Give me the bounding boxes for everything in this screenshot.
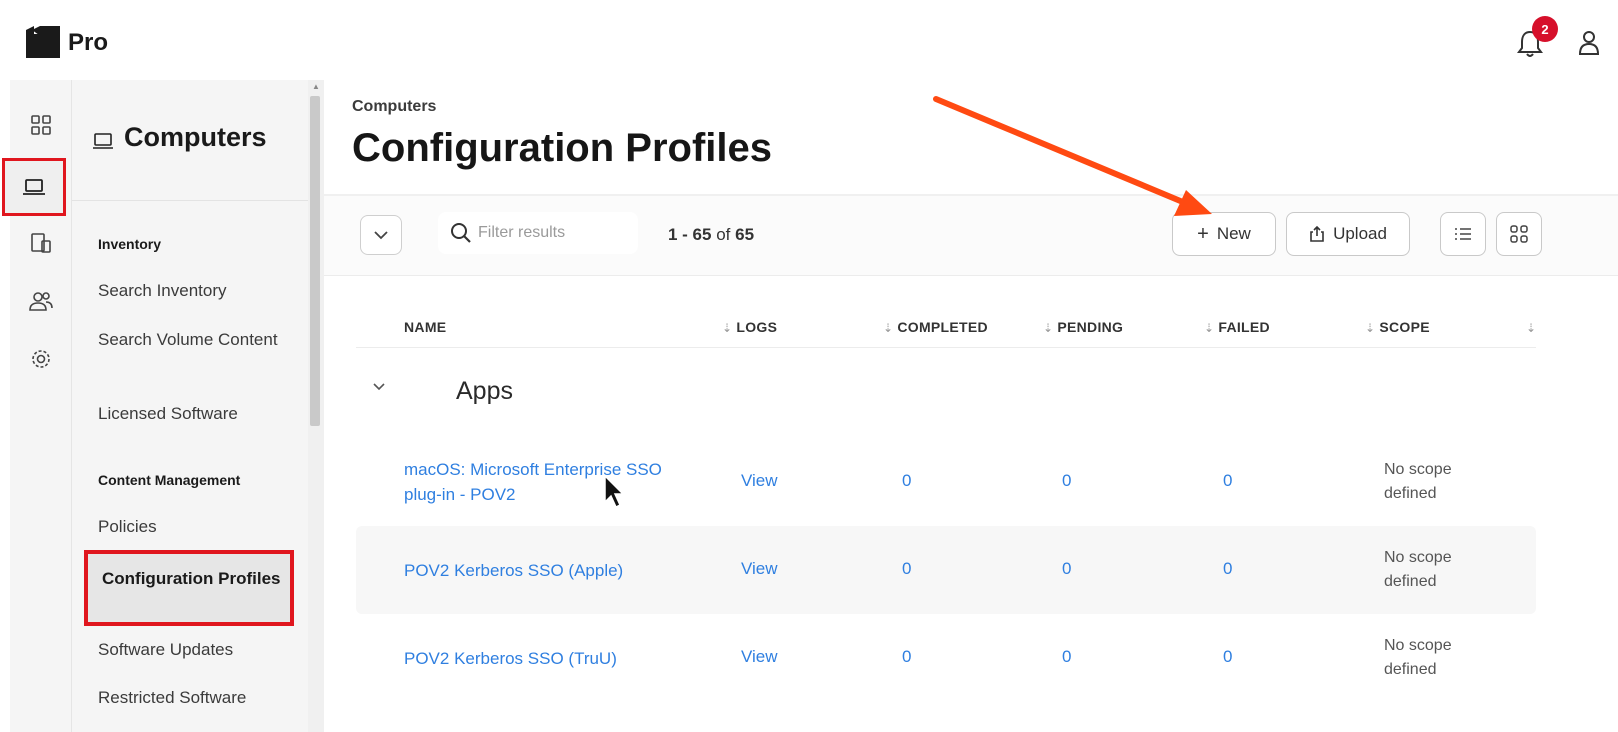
- grid-view-button[interactable]: [1496, 212, 1542, 256]
- computer-icon: [93, 133, 113, 149]
- profile-name-link[interactable]: macOS: Microsoft Enterprise SSO plug-in …: [404, 457, 704, 507]
- users-icon[interactable]: [22, 282, 60, 320]
- logs-view-link[interactable]: View: [741, 471, 778, 491]
- completed-count[interactable]: 0: [902, 471, 911, 491]
- sidebar-item-configuration-profiles[interactable]: Configuration Profiles: [84, 550, 294, 626]
- breadcrumb[interactable]: Computers: [352, 98, 436, 116]
- upload-button[interactable]: Upload: [1286, 212, 1410, 256]
- sort-icon: ⇣: [722, 321, 733, 335]
- filter-box[interactable]: [438, 212, 638, 254]
- completed-count[interactable]: 0: [902, 647, 911, 667]
- section-inventory: Inventory: [98, 236, 162, 252]
- devices-icon[interactable]: [22, 224, 60, 262]
- chevron-down-icon: [374, 231, 388, 240]
- toolbar: 1 - 65 of 65 + New Upload: [324, 196, 1618, 276]
- chevron-down-icon[interactable]: [372, 382, 386, 392]
- logs-view-link[interactable]: View: [741, 559, 778, 579]
- completed-count[interactable]: 0: [902, 559, 911, 579]
- logs-view-link[interactable]: View: [741, 647, 778, 667]
- pending-count[interactable]: 0: [1062, 647, 1071, 667]
- filter-input[interactable]: [478, 224, 628, 242]
- section-content-management: Content Management: [98, 472, 241, 488]
- failed-count[interactable]: 0: [1223, 559, 1232, 579]
- settings-icon[interactable]: [22, 340, 60, 378]
- column-header-logs-label: LOGS: [736, 319, 778, 335]
- pending-count[interactable]: 0: [1062, 559, 1071, 579]
- failed-count[interactable]: 0: [1223, 471, 1232, 491]
- brand-name: Pro: [68, 29, 109, 56]
- table-row[interactable]: POV2 Kerberos SSO (TruU) View 0 0 0 No s…: [356, 614, 1536, 702]
- list-icon: [1455, 228, 1471, 240]
- sidebar-scroll-thumb[interactable]: [310, 96, 320, 426]
- column-header-failed[interactable]: ⇣ FAILED: [1204, 319, 1270, 335]
- pending-count[interactable]: 0: [1062, 471, 1071, 491]
- sort-icon: ⇣: [1043, 321, 1054, 335]
- column-header-failed-label: FAILED: [1218, 319, 1270, 335]
- failed-count[interactable]: 0: [1223, 647, 1232, 667]
- group-row[interactable]: Apps: [356, 360, 1536, 424]
- table-row[interactable]: POV2 Kerberos SSO (Apple) View 0 0 0 No …: [356, 526, 1536, 614]
- page-title: Configuration Profiles: [352, 126, 772, 170]
- sidebar: Computers Inventory Search Inventory Sea…: [72, 80, 308, 732]
- new-button-label: New: [1216, 224, 1251, 243]
- result-count: 1 - 65 of 65: [668, 225, 754, 245]
- sidebar-header: Computers: [72, 80, 308, 201]
- column-header-scope[interactable]: ⇣ SCOPE: [1365, 319, 1430, 335]
- sidebar-item-search-volume-content[interactable]: Search Volume Content: [98, 327, 288, 352]
- result-range: 1 - 65: [668, 225, 712, 244]
- column-header-logs[interactable]: ⇣ LOGS: [722, 319, 777, 335]
- sidebar-title: Computers: [124, 122, 267, 152]
- upload-icon: [1310, 225, 1324, 242]
- table-row[interactable]: macOS: Microsoft Enterprise SSO plug-in …: [356, 438, 1536, 526]
- top-bar: Pro 2: [0, 0, 1618, 78]
- computer-icon[interactable]: [2, 158, 66, 216]
- upload-button-label: Upload: [1333, 224, 1387, 243]
- sidebar-item-search-inventory[interactable]: Search Inventory: [98, 278, 288, 303]
- sort-icon: ⇣: [883, 321, 894, 335]
- brand-logo-icon[interactable]: [26, 26, 60, 58]
- mouse-cursor-icon: [604, 474, 625, 509]
- result-of: of: [716, 225, 731, 244]
- icon-rail: [2, 80, 72, 732]
- search-icon: [451, 223, 471, 243]
- plus-icon: +: [1197, 222, 1209, 245]
- main-content: Computers Configuration Profiles 1 - 65 …: [324, 80, 1618, 732]
- column-header-completed[interactable]: ⇣ COMPLETED: [883, 319, 988, 335]
- scope-text: No scope defined: [1384, 461, 1452, 502]
- dashboard-icon[interactable]: [22, 106, 60, 144]
- profile-name-link[interactable]: POV2 Kerberos SSO (TruU): [404, 646, 704, 671]
- user-icon[interactable]: [1577, 28, 1601, 58]
- sidebar-item-restricted-software[interactable]: Restricted Software: [98, 685, 288, 710]
- table-header: NAME ⇣ LOGS ⇣ COMPLETED ⇣ PENDING ⇣ FAILED ⇣…: [356, 306, 1536, 348]
- notification-badge[interactable]: 2: [1532, 16, 1558, 42]
- sidebar-item-software-updates[interactable]: Software Updates: [98, 637, 288, 662]
- scope-text: No scope defined: [1384, 637, 1452, 678]
- scope-text: No scope defined: [1384, 549, 1452, 590]
- sort-icon: ⇣: [1365, 321, 1376, 335]
- sidebar-item-licensed-software[interactable]: Licensed Software: [98, 401, 288, 426]
- sort-icon: ⇣: [1526, 321, 1537, 335]
- column-header-scope-label: SCOPE: [1379, 319, 1430, 335]
- sort-icon: ⇣: [1204, 321, 1215, 335]
- new-button[interactable]: + New: [1172, 212, 1276, 256]
- scroll-up-icon[interactable]: ▲: [312, 82, 320, 91]
- grid-icon: [1510, 225, 1528, 243]
- list-view-button[interactable]: [1440, 212, 1486, 256]
- column-sort-extra[interactable]: ⇣: [1526, 319, 1540, 335]
- collapse-all-button[interactable]: [360, 215, 402, 255]
- column-header-pending[interactable]: ⇣ PENDING: [1043, 319, 1123, 335]
- column-header-pending-label: PENDING: [1057, 319, 1124, 335]
- column-header-completed-label: COMPLETED: [897, 319, 988, 335]
- group-label: Apps: [456, 377, 513, 405]
- result-total: 65: [735, 225, 755, 244]
- sidebar-item-policies[interactable]: Policies: [98, 514, 288, 539]
- column-header-name[interactable]: NAME: [404, 319, 446, 335]
- profile-name-link[interactable]: POV2 Kerberos SSO (Apple): [404, 558, 704, 583]
